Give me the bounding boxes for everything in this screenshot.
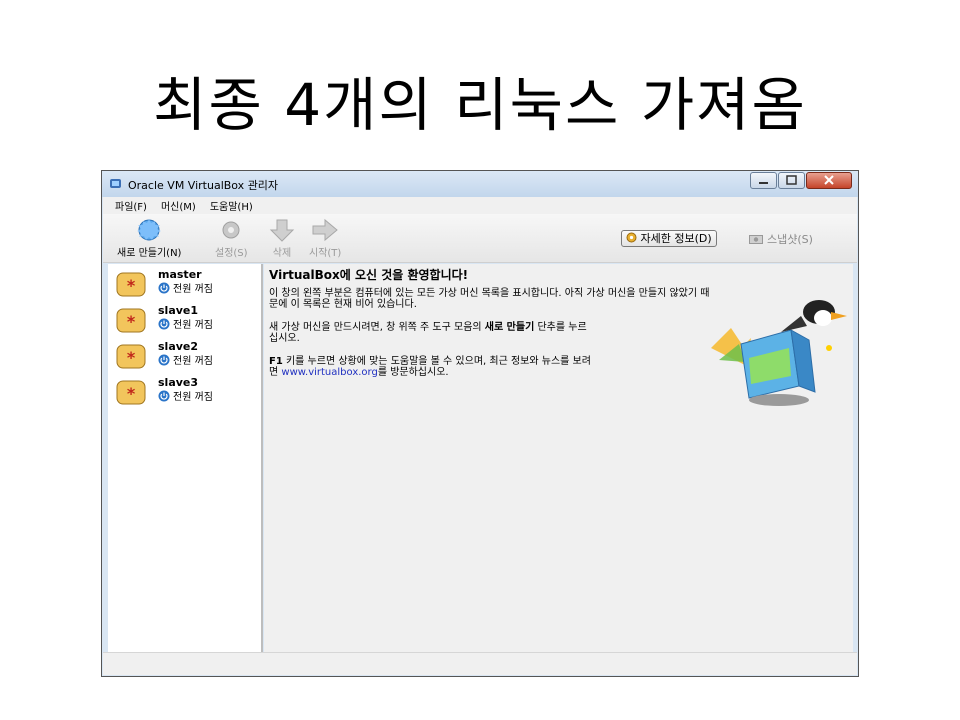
menu-help[interactable]: 도움말(H) xyxy=(210,198,253,213)
power-off-icon xyxy=(158,318,170,329)
menu-machine[interactable]: 머신(M) xyxy=(161,198,196,213)
close-button[interactable] xyxy=(806,172,852,189)
discard-button[interactable]: 삭제 xyxy=(267,218,297,259)
welcome-p2-pre: 새 가상 머신을 만드시려면, 창 위쪽 주 도구 모음의 xyxy=(269,322,485,333)
welcome-p2-post: 단추를 누르 xyxy=(534,322,587,333)
settings-button[interactable]: 설정(S) xyxy=(215,218,248,259)
vm-list-item-slave1[interactable]: * slave1 전원 꺼짐 xyxy=(114,304,254,338)
new-star-icon xyxy=(137,219,162,241)
menu-bar: 파일(F) 머신(M) 도움말(H) xyxy=(103,197,857,214)
camera-icon xyxy=(749,234,763,244)
welcome-p3-bold: F1 xyxy=(269,356,283,367)
vm-state: 전원 꺼짐 xyxy=(158,316,213,331)
start-label: 시작(T) xyxy=(309,248,342,259)
snapshots-label: 스냅샷(S) xyxy=(767,232,813,246)
welcome-p2-bold: 새로 만들기 xyxy=(484,322,535,333)
vm-star-icon: * xyxy=(116,308,146,333)
svg-text:*: * xyxy=(127,384,136,403)
details-button[interactable]: 자세한 정보(D) xyxy=(621,230,717,247)
welcome-p3-pre2: 면 xyxy=(269,367,282,378)
vm-state-label: 전원 꺼짐 xyxy=(173,356,213,367)
welcome-pane: VirtualBox에 오신 것을 환영합니다! 이 창의 왼쪽 부분은 컴퓨터… xyxy=(264,264,853,654)
vm-state-label: 전원 꺼짐 xyxy=(173,320,213,331)
minimize-icon xyxy=(759,182,768,184)
welcome-p1-line1: 이 창의 왼쪽 부분은 컴퓨터에 있는 모든 가상 머신 목록을 표시합니다. … xyxy=(269,288,710,299)
settings-label: 설정(S) xyxy=(215,248,248,259)
maximize-icon xyxy=(786,175,797,185)
arrow-down-icon xyxy=(269,219,295,242)
close-icon xyxy=(824,175,834,185)
arrow-right-icon xyxy=(312,218,338,242)
vm-star-icon: * xyxy=(116,380,146,405)
virtualbox-logo-icon xyxy=(711,300,847,406)
title-bar[interactable]: Oracle VM VirtualBox 관리자 xyxy=(102,171,858,197)
vm-star-icon: * xyxy=(116,344,146,369)
vm-list: * master 전원 꺼짐 * slave1 전원 꺼짐 * slave2 전… xyxy=(108,264,263,654)
welcome-p1-line2: 문에 이 목록은 현재 비어 있습니다. xyxy=(269,299,417,310)
slide-title: 최종 4개의 리눅스 가져옴 xyxy=(153,71,807,139)
toolbar: 새로 만들기(N) 설정(S) 삭제 시작(T) 자세한 정보(D) 스냅샷(S… xyxy=(103,214,857,263)
welcome-p3-line1: 키를 누르면 상황에 맞는 도움말을 볼 수 있으며, 최근 정보와 뉴스를 보… xyxy=(282,356,591,367)
welcome-p2-line2: 십시오. xyxy=(269,333,300,344)
welcome-p3-post2: 를 방문하십시오. xyxy=(377,367,449,378)
virtualbox-app-icon xyxy=(110,179,121,188)
power-off-icon xyxy=(158,390,170,401)
window-title: Oracle VM VirtualBox 관리자 xyxy=(128,179,279,192)
window-controls xyxy=(749,172,852,189)
power-off-icon xyxy=(158,282,170,293)
svg-text:*: * xyxy=(127,276,136,295)
vm-list-item-slave2[interactable]: * slave2 전원 꺼짐 xyxy=(114,340,254,374)
vm-list-item-master[interactable]: * master 전원 꺼짐 xyxy=(114,268,254,302)
details-label: 자세한 정보(D) xyxy=(640,232,712,245)
welcome-paragraph-3: F1 키를 누르면 상황에 맞는 도움말을 볼 수 있으며, 최근 정보와 뉴스… xyxy=(269,356,699,378)
snapshots-toggle[interactable]: 스냅샷(S) xyxy=(749,231,813,246)
svg-text:*: * xyxy=(127,348,136,367)
virtualbox-link[interactable]: www.virtualbox.org xyxy=(281,367,377,378)
power-off-icon xyxy=(158,354,170,365)
details-toggle[interactable]: 자세한 정보(D) xyxy=(621,230,717,247)
virtualbox-window: Oracle VM VirtualBox 관리자 파일(F) 머신(M) 도움말… xyxy=(101,170,859,677)
new-vm-button[interactable]: 새로 만들기(N) xyxy=(117,218,181,259)
vm-list-item-slave3[interactable]: * slave3 전원 꺼짐 xyxy=(114,376,254,410)
welcome-paragraph-2: 새 가상 머신을 만드시려면, 창 위쪽 주 도구 모음의 새로 만들기 단추를… xyxy=(269,322,699,344)
vm-star-icon: * xyxy=(116,272,146,297)
start-button[interactable]: 시작(T) xyxy=(309,218,341,259)
gear-icon xyxy=(222,221,240,239)
discard-label: 삭제 xyxy=(272,248,292,259)
menu-file[interactable]: 파일(F) xyxy=(115,198,147,213)
gear-details-icon xyxy=(626,232,637,243)
vm-state: 전원 꺼짐 xyxy=(158,280,213,295)
vm-state-label: 전원 꺼짐 xyxy=(173,284,213,295)
status-bar xyxy=(103,652,857,675)
svg-text:*: * xyxy=(127,312,136,331)
welcome-title: VirtualBox에 오신 것을 환영합니다! xyxy=(269,268,469,282)
minimize-button[interactable] xyxy=(750,172,777,189)
maximize-button[interactable] xyxy=(778,172,805,189)
new-vm-label: 새로 만들기(N) xyxy=(117,248,182,259)
vm-state: 전원 꺼짐 xyxy=(158,388,213,403)
vm-state: 전원 꺼짐 xyxy=(158,352,213,367)
vm-state-label: 전원 꺼짐 xyxy=(173,392,213,403)
